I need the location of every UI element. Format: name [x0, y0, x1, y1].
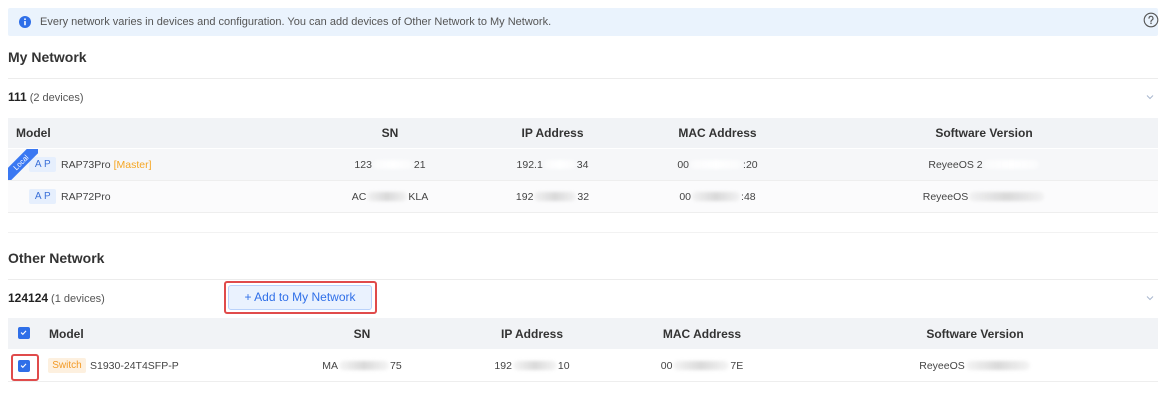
redacted-blur: [969, 192, 1045, 201]
software-visible-start: ReyeeOS 2: [928, 158, 983, 171]
mac-visible-start: 00: [679, 190, 692, 203]
redacted-blur: [673, 361, 730, 370]
sn-visible-start: MA: [322, 359, 339, 372]
device-type-badge: AP: [29, 189, 56, 204]
mac-visible-start: 00: [660, 359, 673, 372]
redacted-blur: [692, 192, 741, 201]
group-name: 111: [8, 90, 27, 104]
divider: [8, 78, 1158, 79]
mac-cell: 00 :48: [625, 181, 810, 212]
section-divider: [8, 232, 1158, 233]
ip-cell: 192.1 34: [480, 149, 625, 180]
column-header-software: Software Version: [926, 326, 1024, 341]
redacted-blur: [965, 361, 1030, 370]
other-network-group[interactable]: 124124 (1 devices): [8, 290, 105, 307]
divider: [8, 279, 1158, 280]
chevron-down-icon[interactable]: [1145, 92, 1155, 102]
mac-cell: 00 7E: [612, 350, 792, 381]
chevron-down-icon[interactable]: [1145, 293, 1155, 303]
software-visible-start: ReyeeOS: [922, 190, 969, 203]
redacted-blur: [372, 160, 413, 169]
column-header-mac: MAC Address: [662, 326, 742, 341]
ip-visible-end: 32: [577, 190, 590, 203]
local-tag: Local: [8, 149, 38, 180]
column-header-sn: SN: [353, 326, 371, 341]
mac-visible-start: 00: [677, 158, 690, 171]
local-tag-label: Local: [8, 149, 38, 180]
select-all-checkbox[interactable]: [18, 327, 30, 339]
row-checkbox[interactable]: [18, 360, 30, 372]
banner-text: Every network varies in devices and conf…: [40, 16, 552, 28]
group-name: 124124: [8, 291, 49, 305]
info-banner: Every network varies in devices and conf…: [8, 8, 1158, 36]
sn-visible-start: 123: [354, 158, 372, 171]
table-row[interactable]: Local AP RAP73Pro [Master] 123 21 192.1 34…: [8, 149, 1158, 181]
sn-visible-start: AC: [351, 190, 367, 203]
master-label: [Master]: [113, 158, 152, 171]
redacted-blur: [339, 361, 390, 370]
model-cell: AP RAP72Pro: [8, 181, 300, 212]
column-header-ip: IP Address: [521, 126, 584, 140]
redacted-blur: [690, 160, 743, 169]
redacted-blur: [983, 160, 1039, 169]
mac-visible-end: :20: [743, 158, 758, 171]
other-network-title: Other Network: [8, 250, 105, 266]
column-header-mac: MAC Address: [678, 126, 757, 140]
column-header-software: Software Version: [935, 126, 1033, 140]
mac-visible-end: :48: [741, 190, 756, 203]
software-cell: ReyeeOS 2: [810, 149, 1158, 180]
ip-visible-end: 34: [576, 158, 589, 171]
mac-visible-end: 7E: [730, 359, 744, 372]
table-row[interactable]: AP RAP72Pro AC KLA 192 32 00 :48 ReyeeOS: [8, 181, 1158, 213]
mac-cell: 00 :20: [625, 149, 810, 180]
group-device-count: (2 devices): [29, 92, 84, 104]
software-visible-start: ReyeeOS: [919, 359, 965, 372]
redacted-blur: [543, 160, 576, 169]
model-cell: AP RAP73Pro [Master]: [8, 149, 300, 180]
help-icon[interactable]: [1143, 12, 1159, 28]
device-type-badge: Switch: [48, 358, 86, 373]
ip-cell: 192 32: [480, 181, 625, 212]
column-header-ip: IP Address: [500, 326, 564, 341]
software-cell: ReyeeOS: [810, 181, 1158, 212]
ip-cell: 192 10: [452, 350, 612, 381]
model-cell: Switch S1930-24T4SFP-P: [40, 350, 272, 381]
ip-visible-start: 192: [515, 190, 534, 203]
column-header-model: Model: [16, 126, 51, 140]
sn-visible-end: 75: [390, 359, 402, 372]
ip-visible-start: 192.1: [516, 158, 543, 171]
device-model: RAP73Pro: [61, 158, 111, 171]
ip-visible-start: 192: [494, 359, 512, 372]
column-header-sn: SN: [381, 126, 399, 140]
software-cell: ReyeeOS: [792, 350, 1158, 381]
add-to-my-network-button[interactable]: + Add to My Network: [228, 285, 372, 310]
group-device-count: (1 devices): [51, 293, 105, 305]
ip-visible-end: 10: [557, 359, 570, 372]
my-network-table-header: Model SN IP Address MAC Address Software…: [8, 118, 1158, 148]
my-network-title: My Network: [8, 49, 87, 65]
sn-visible-end: KLA: [408, 190, 429, 203]
device-network-page: Every network varies in devices and conf…: [0, 0, 1167, 397]
sn-cell: 123 21: [300, 149, 480, 180]
sn-cell: MA 75: [272, 350, 452, 381]
redacted-blur: [367, 192, 408, 201]
device-model: S1930-24T4SFP-P: [90, 359, 179, 372]
redacted-blur: [512, 361, 557, 370]
sn-cell: AC KLA: [300, 181, 480, 212]
device-model: RAP72Pro: [61, 190, 111, 203]
info-icon: [19, 16, 31, 28]
table-row[interactable]: Switch S1930-24T4SFP-P MA 75 192 10 00 7E R…: [8, 350, 1158, 382]
redacted-blur: [534, 192, 577, 201]
sn-visible-end: 21: [413, 158, 426, 171]
my-network-group[interactable]: 111 (2 devices): [8, 89, 84, 106]
other-network-table-header: Model SN IP Address MAC Address Software…: [8, 318, 1158, 349]
column-header-model: Model: [49, 326, 84, 341]
